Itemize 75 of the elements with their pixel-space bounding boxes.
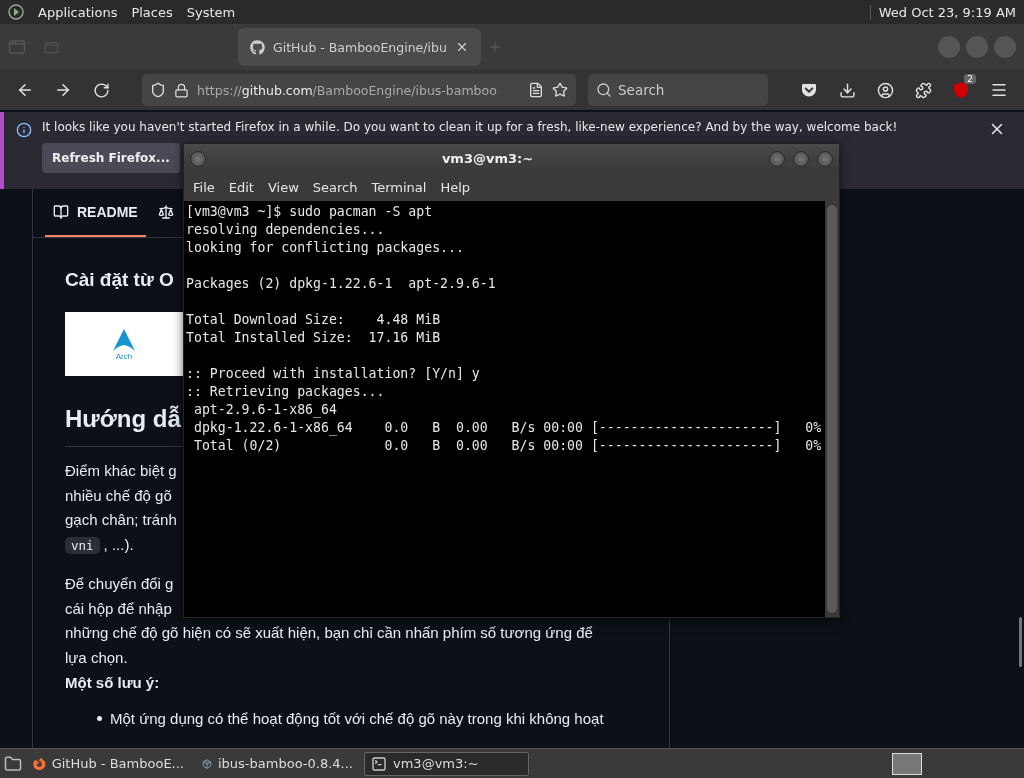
book-icon [53, 204, 69, 220]
readme-tab[interactable]: README [45, 189, 146, 237]
account-icon[interactable] [876, 81, 894, 99]
taskbar-button[interactable]: GitHub - BambooE... [26, 751, 191, 776]
close-button[interactable] [817, 150, 833, 167]
notification-text: It looks like you haven't started Firefox in a while. Do you want to clean it up for a fresh, like-new experience? And by the way, welcome back! [42, 120, 898, 134]
section-heading: Cài đặt từ O [65, 268, 174, 292]
search-field[interactable]: Search [588, 74, 768, 106]
terminal-line: looking for conflicting packages... [186, 239, 464, 257]
firefox-icon [33, 755, 46, 772]
menu-item[interactable]: View [262, 179, 304, 195]
paragraph-line: lựa chọn. [65, 647, 128, 668]
terminal-line: Total Download Size: 4.48 MiB [186, 311, 441, 329]
list-item: Một ứng dụng có thể hoạt động tốt với chế độ gõ này trong khi không hoạt [110, 708, 604, 729]
folder-icon[interactable] [4, 754, 22, 773]
paragraph-line: những chế độ gõ hiện có sẽ xuất hiện, bạn chỉ cần nhấn phím số tương ứng để [65, 623, 593, 644]
star-icon[interactable] [552, 82, 568, 98]
panel-menu[interactable]: Applications [38, 4, 118, 20]
menu-item[interactable]: Help [435, 179, 476, 195]
search-icon [596, 82, 612, 98]
window-menu-button[interactable] [190, 150, 206, 167]
maximize-button[interactable] [793, 150, 809, 167]
count-badge: 2 [964, 74, 976, 84]
scale-icon [157, 204, 174, 220]
menu-item[interactable]: File [188, 179, 220, 195]
forward-icon[interactable] [54, 81, 72, 99]
terminal-line: [vm3@vm3 ~]$ sudo pacman -S apt [186, 203, 433, 221]
logo-caption: Arch [115, 351, 133, 361]
menu-icon[interactable] [990, 81, 1008, 99]
terminal-line: :: Retrieving packages... [186, 383, 385, 401]
puzzle-icon[interactable] [914, 81, 932, 99]
panel-menu[interactable]: Places [131, 4, 173, 20]
lock-icon[interactable] [174, 82, 189, 98]
menu-item[interactable]: Search [307, 179, 363, 195]
paragraph-line: gạch chân; tránh [65, 510, 177, 531]
terminal-line: apt-2.9.6-1-x86_64 [192, 401, 337, 419]
back-icon[interactable] [16, 81, 34, 99]
download-icon[interactable] [838, 81, 856, 99]
arch-logo-icon [112, 327, 136, 352]
notes-heading: Một số lưu ý: [65, 672, 160, 693]
terminal-line: Total (0/2) 0.0 B 0.00 B/s 00:00 [----------------------] 0% [192, 437, 822, 455]
window-title: vm3@vm3:~ [440, 151, 535, 166]
paragraph-line: nhiều chế độ gõ [65, 485, 172, 506]
inline-code: vni [65, 536, 100, 554]
scrollbar-thumb[interactable] [827, 205, 837, 613]
workspace-switcher[interactable] [892, 752, 922, 775]
minimize-button[interactable] [769, 150, 785, 167]
terminal-line: resolving dependencies... [186, 221, 385, 239]
scrollbar-thumb[interactable] [1019, 617, 1022, 667]
shield-icon[interactable] [150, 82, 166, 98]
clock[interactable]: Wed Oct 23, 9:19 AM [869, 4, 1016, 20]
menu-item[interactable]: Edit [223, 179, 259, 195]
taskbar-button[interactable]: vm3@vm3:~ [364, 751, 529, 776]
terminal-line: Total Installed Size: 17.16 MiB [186, 329, 441, 347]
paragraph-line: Điểm khác biệt g [65, 461, 177, 481]
paragraph-line: Để chuyển đổi g [65, 573, 174, 594]
taskbar-button[interactable]: ibus-bamboo-0.8.4... [195, 751, 360, 776]
reload-icon[interactable] [92, 81, 110, 99]
reader-icon[interactable] [528, 82, 544, 98]
app-menu-icon[interactable] [8, 4, 24, 20]
refresh-button[interactable]: Refresh Firefox... [42, 143, 180, 173]
browser-tab[interactable]: GitHub - BambooEngine/ibu [238, 28, 481, 66]
url-field[interactable]: https://github.com/BambooEngine/ibus-bamboo [142, 74, 576, 106]
menu-item[interactable]: Terminal [366, 179, 432, 195]
bullet-dot [97, 716, 102, 722]
terminal-line: dpkg-1.22.6-1-x86_64 0.0 B 0.00 B/s 00:00 [----------------------] 0% [192, 419, 822, 437]
pocket-icon[interactable] [801, 82, 817, 98]
terminal-line: Packages (2) dpkg-1.22.6-1 apt-2.9.6-1 [186, 275, 496, 293]
panel-menu[interactable]: System [186, 4, 236, 20]
paragraph-line: , ...). [103, 535, 134, 556]
info-icon [16, 122, 32, 138]
github-icon [250, 39, 265, 55]
terminal-line: :: Proceed with installation? [Y/n] y [186, 365, 480, 383]
paragraph-line: cái hộp để nhập [65, 598, 172, 619]
terminal-icon [371, 755, 387, 772]
